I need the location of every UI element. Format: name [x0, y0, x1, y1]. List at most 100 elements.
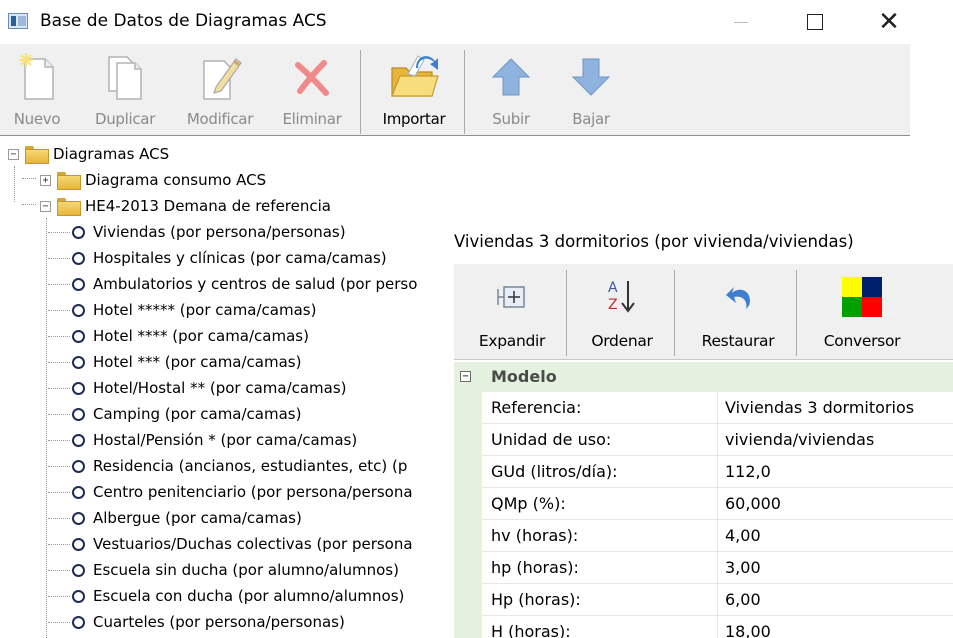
tree-connector — [48, 310, 70, 311]
collapse-toggle-icon[interactable]: − — [8, 148, 19, 160]
property-value[interactable]: 60,000 — [725, 494, 781, 513]
property-value[interactable]: Viviendas 3 dormitorios — [725, 398, 914, 417]
tree-leaf[interactable]: Albergue (por cama/camas) — [72, 505, 302, 531]
tree-leaf[interactable]: Hotel *** (por cama/camas) — [72, 349, 301, 375]
circle-icon — [72, 355, 85, 369]
tree-leaf[interactable]: Vestuarios/Duchas colectivas (por person… — [72, 531, 413, 557]
circle-icon — [72, 381, 85, 395]
tree-leaf[interactable]: Hotel ***** (por cama/camas) — [72, 297, 316, 323]
move-up-button[interactable]: Subir — [476, 48, 546, 134]
property-divider — [717, 488, 718, 519]
title-bar: Base de Datos de Diagramas ACS ✕ — [0, 0, 953, 44]
tree-leaf[interactable]: Camping (por cama/camas) — [72, 401, 301, 427]
tree-connector — [48, 284, 70, 285]
tree-leaf[interactable]: Hospitales y clínicas (por cama/camas) — [72, 245, 387, 271]
tree-leaf-label: Escuela sin ducha (por alumno/alumnos) — [93, 561, 399, 579]
maximize-button[interactable] — [790, 4, 840, 40]
property-row[interactable]: Referencia: Viviendas 3 dormitorios — [482, 392, 953, 424]
restore-button[interactable]: Restaurar — [680, 270, 796, 358]
property-value[interactable]: 4,00 — [725, 526, 761, 545]
tree-leaf[interactable]: Viviendas (por persona/personas) — [72, 219, 346, 245]
property-divider — [717, 456, 718, 487]
circle-icon — [72, 485, 85, 499]
tree-leaf[interactable]: Residencia (ancianos, estudiantes, etc) … — [72, 453, 407, 479]
expand-button[interactable]: Expandir — [462, 270, 562, 358]
folder-icon — [25, 146, 49, 164]
property-value[interactable]: 3,00 — [725, 558, 761, 577]
tree-connector — [48, 362, 70, 363]
circle-icon — [72, 303, 85, 317]
tree-root-label: Diagramas ACS — [53, 145, 170, 163]
collapse-toggle-icon[interactable]: − — [40, 200, 51, 212]
tree-connector — [22, 178, 36, 179]
tree-leaf[interactable]: Hotel/Hostal ** (por cama/camas) — [72, 375, 347, 401]
modify-button[interactable]: Modificar — [176, 48, 264, 134]
property-row[interactable]: hp (horas): 3,00 — [482, 552, 953, 584]
expand-toggle-icon[interactable]: + — [40, 174, 51, 186]
converter-button[interactable]: Conversor — [806, 270, 918, 358]
tree-leaf[interactable]: Escuela sin ducha (por alumno/alumnos) — [72, 557, 399, 583]
close-icon: ✕ — [878, 7, 900, 37]
circle-icon — [72, 537, 85, 551]
svg-text:A: A — [608, 280, 618, 296]
delete-button[interactable]: Eliminar — [276, 48, 348, 134]
circle-icon — [72, 615, 85, 629]
category-row[interactable]: − Modelo — [454, 362, 953, 392]
property-value[interactable]: 18,00 — [725, 622, 771, 638]
tree-group-diagrama-consumo[interactable]: + Diagrama consumo ACS — [40, 167, 266, 193]
circle-icon — [72, 407, 85, 421]
tree-leaf-label: Hostal/Pensión * (por cama/camas) — [93, 431, 358, 449]
tree-root[interactable]: − Diagramas ACS — [8, 141, 169, 167]
tree-connector — [14, 166, 15, 202]
tree-leaf-label: Ambulatorios y centros de salud (por per… — [93, 275, 418, 293]
tree-leaf-label: Escuela con ducha (por alumno/alumnos) — [93, 587, 405, 605]
tree-leaf[interactable]: Ambulatorios y centros de salud (por per… — [72, 271, 417, 297]
new-document-icon — [19, 53, 54, 100]
property-divider — [717, 392, 718, 423]
circle-icon — [72, 277, 85, 291]
tree-group-label: HE4-2013 Demana de referencia — [85, 197, 331, 215]
diagram-tree[interactable]: − Diagramas ACS + Diagrama consumo ACS −… — [0, 140, 460, 638]
import-button[interactable]: Importar — [372, 48, 456, 134]
import-folder-icon — [391, 55, 439, 97]
move-down-button[interactable]: Bajar — [556, 48, 626, 134]
toolbar-separator — [796, 270, 797, 356]
property-row[interactable]: GUd (litros/día): 112,0 — [482, 456, 953, 488]
property-name: Referencia: — [491, 398, 582, 417]
property-toolbar: Expandir A Z Ordenar Restaurar Conversor — [454, 264, 953, 360]
sort-button[interactable]: A Z Ordenar — [572, 270, 672, 358]
tree-group-he4[interactable]: − HE4-2013 Demana de referencia — [40, 193, 331, 219]
new-label: Nuevo — [13, 110, 61, 128]
property-row[interactable]: hv (horas): 4,00 — [482, 520, 953, 552]
tree-leaf-label: Hotel *** (por cama/camas) — [93, 353, 302, 371]
property-grid[interactable]: − Modelo Referencia: Viviendas 3 dormitor… — [454, 362, 953, 638]
close-button[interactable]: ✕ — [864, 4, 914, 40]
property-value[interactable]: 112,0 — [725, 462, 771, 481]
new-button[interactable]: Nuevo — [2, 48, 72, 134]
collapse-toggle-icon[interactable]: − — [460, 371, 471, 382]
tree-leaf[interactable]: Escuela con ducha (por alumno/alumnos) — [72, 583, 404, 609]
toolbar-separator — [566, 270, 567, 356]
tree-leaf[interactable]: Hotel **** (por cama/camas) — [72, 323, 309, 349]
property-name: QMp (%): — [491, 494, 566, 513]
property-divider — [717, 520, 718, 551]
tree-connector — [48, 336, 70, 337]
tree-leaf[interactable]: Cuarteles (por persona/personas) — [72, 609, 345, 635]
minimize-button[interactable] — [716, 4, 766, 40]
property-value[interactable]: vivienda/viviendas — [725, 430, 874, 449]
property-row[interactable]: Hp (horas): 6,00 — [482, 584, 953, 616]
restore-label: Restaurar — [701, 332, 775, 350]
property-value[interactable]: 6,00 — [725, 590, 761, 609]
property-divider — [717, 584, 718, 615]
tree-connector — [48, 518, 70, 519]
property-row[interactable]: Unidad de uso: vivienda/viviendas — [482, 424, 953, 456]
import-label: Importar — [382, 110, 446, 128]
property-row[interactable]: QMp (%): 60,000 — [482, 488, 953, 520]
property-name: hv (horas): — [491, 526, 579, 545]
tree-group-label: Diagrama consumo ACS — [85, 171, 267, 189]
tree-leaf[interactable]: Hostal/Pensión * (por cama/camas) — [72, 427, 357, 453]
tree-leaf[interactable]: Centro penitenciario (por persona/person… — [72, 479, 413, 505]
property-row[interactable]: H (horas): 18,00 — [482, 616, 953, 638]
category-label: Modelo — [491, 367, 557, 386]
duplicate-button[interactable]: Duplicar — [84, 48, 166, 134]
